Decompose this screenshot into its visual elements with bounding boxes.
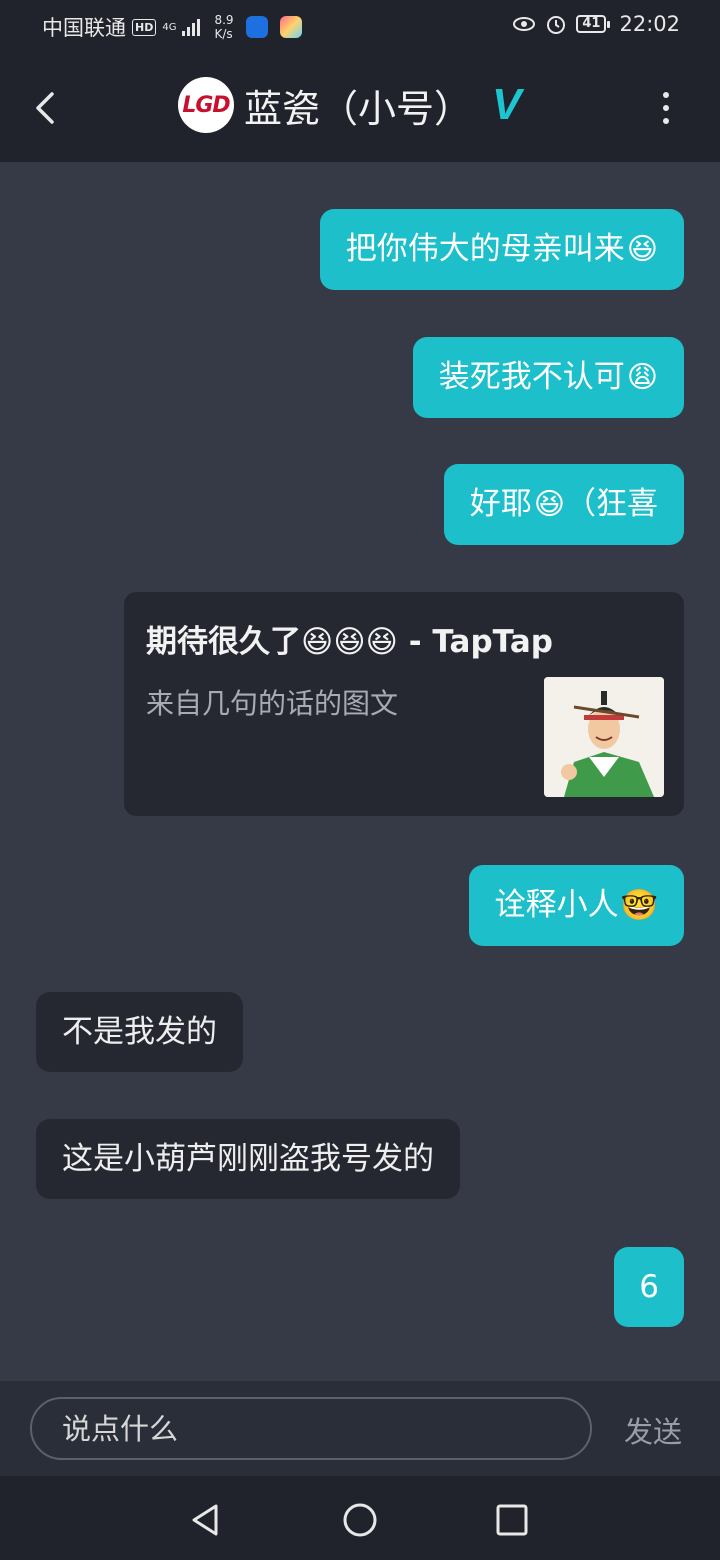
send-button[interactable]: 发送 — [624, 1409, 682, 1451]
card-thumbnail — [544, 677, 664, 797]
hd-icon: HD — [132, 18, 157, 36]
chat-header: LGD 蓝瓷（小号） V — [0, 52, 720, 162]
card-title-source: - TapTap — [397, 624, 553, 660]
status-right: 41 22:02 — [512, 12, 680, 36]
carrier-name: 中国联通 — [42, 16, 126, 40]
laughing-emoji-icon: 😆 — [626, 232, 658, 267]
verified-badge-icon: V — [492, 80, 522, 129]
chat-title: 蓝瓷（小号） — [244, 86, 473, 131]
more-dot-icon — [663, 92, 669, 98]
message-bubble-outgoing[interactable]: 好耶😆（狂喜 — [443, 464, 684, 545]
message-bubble-outgoing[interactable]: 把你伟大的母亲叫来😆 — [319, 209, 684, 290]
signal-icon — [182, 18, 201, 36]
message-bubble-incoming[interactable]: 不是我发的 — [36, 992, 243, 1072]
chevron-left-icon — [36, 92, 54, 124]
app-notification-icon — [245, 16, 268, 38]
message-text: 装死我不认可 — [438, 359, 625, 395]
circle-home-icon — [343, 1503, 377, 1537]
network-speed: 8.9 K/s — [214, 13, 233, 41]
alarm-icon — [547, 16, 566, 34]
weary-emoji-icon: 😩 — [626, 360, 658, 395]
message-text: 把你伟大的母亲叫来 — [345, 231, 625, 267]
speed-value: 8.9 — [214, 13, 234, 27]
status-bar: 中国联通 HD 4G 8.9 K/s 41 22:02 — [0, 0, 720, 52]
network-type: 4G — [162, 21, 177, 33]
more-options-button[interactable] — [652, 88, 680, 128]
nerd-emoji-icon: 🤓 — [620, 888, 658, 923]
card-title: 期待很久了😆😆😆 - TapTap — [146, 616, 553, 661]
message-bubble-outgoing[interactable]: 6 — [614, 1247, 684, 1327]
message-bubble-outgoing[interactable]: 装死我不认可😩 — [412, 337, 684, 418]
square-recents-icon — [496, 1504, 528, 1536]
gallery-notification-icon — [279, 16, 302, 38]
laughing-emoji-icon: 😆 — [533, 487, 565, 522]
status-left: 中国联通 HD 4G 8.9 K/s — [42, 12, 302, 42]
triangle-back-icon — [192, 1504, 218, 1536]
card-title-text: 期待很久了 — [146, 624, 301, 660]
message-text: 好耶 — [469, 486, 532, 522]
message-text-suffix: （狂喜 — [565, 486, 658, 522]
laughing-emoji-icon: 😆😆😆 — [301, 624, 398, 660]
message-bubble-incoming[interactable]: 这是小葫芦刚刚盗我号发的 — [36, 1119, 460, 1199]
nav-back-button[interactable] — [184, 1498, 228, 1542]
illustration-figure-icon — [544, 677, 664, 797]
eye-icon — [513, 17, 536, 31]
nav-home-button[interactable] — [338, 1498, 382, 1542]
speed-unit: K/s — [214, 27, 233, 41]
clock: 22:02 — [619, 12, 680, 36]
nav-recents-button[interactable] — [490, 1498, 534, 1542]
shared-post-card[interactable]: 期待很久了😆😆😆 - TapTap 来自几句的话的图文 — [124, 592, 684, 816]
message-text: 这是小葫芦刚刚盗我号发的 — [62, 1141, 434, 1177]
more-dot-icon — [663, 118, 669, 124]
avatar[interactable]: LGD — [178, 77, 234, 133]
card-subtitle: 来自几句的话的图文 — [146, 687, 399, 720]
battery-icon: 41 — [576, 15, 611, 33]
message-input[interactable] — [30, 1397, 592, 1460]
message-bubble-outgoing[interactable]: 诠释小人🤓 — [468, 865, 684, 946]
system-nav-bar — [0, 1476, 720, 1560]
back-button[interactable] — [28, 82, 68, 132]
more-dot-icon — [663, 105, 669, 111]
composer-bar: 发送 — [0, 1381, 720, 1476]
message-text: 诠释小人 — [494, 887, 619, 923]
message-text: 不是我发的 — [62, 1014, 217, 1050]
message-text: 6 — [639, 1269, 659, 1305]
chat-title-group[interactable]: LGD 蓝瓷（小号） V — [178, 77, 521, 133]
team-logo-text: LGD — [182, 92, 230, 118]
